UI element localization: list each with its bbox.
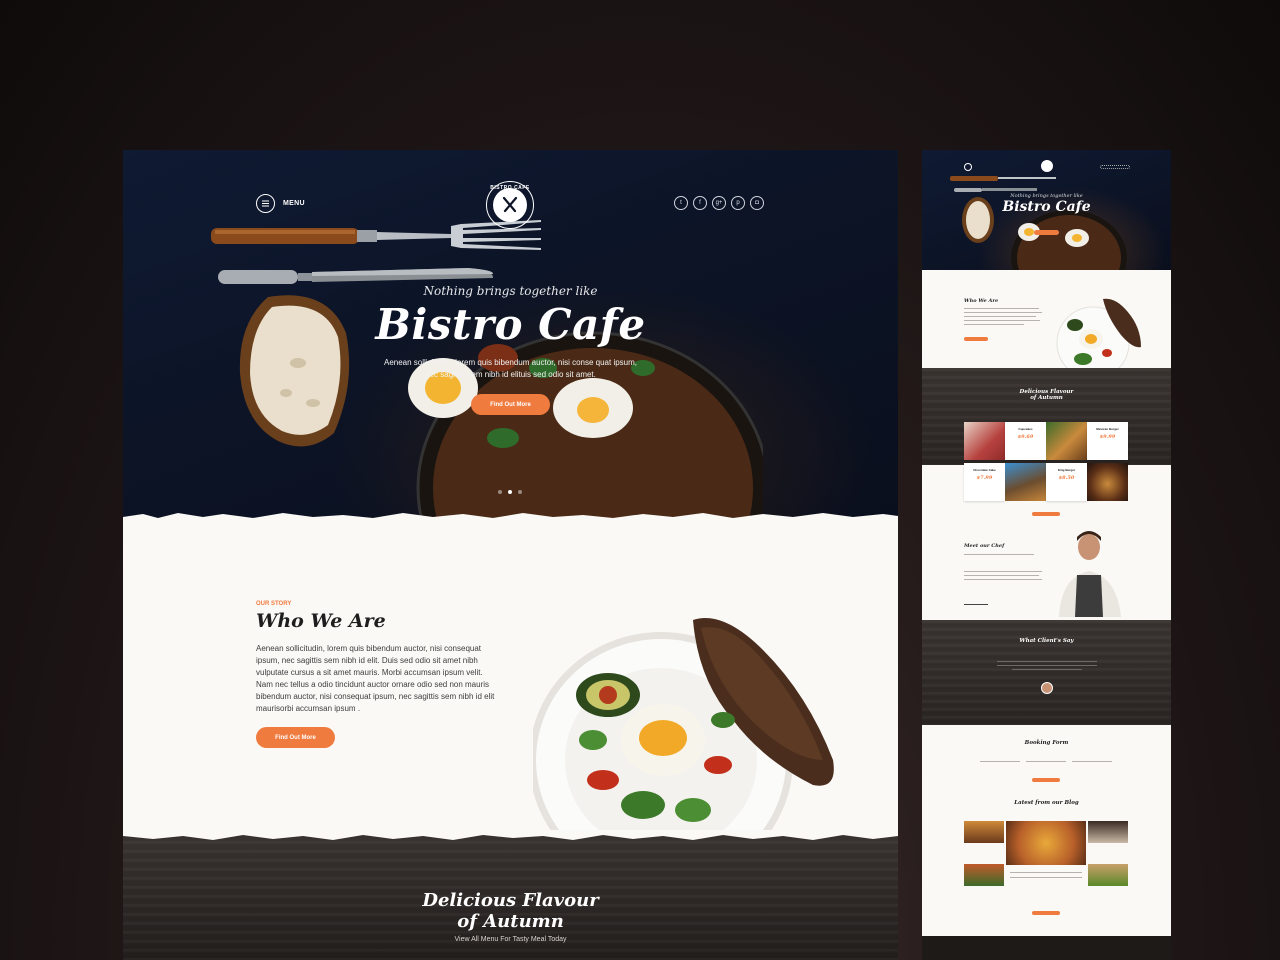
slider-dots bbox=[498, 490, 522, 494]
thumb-menu-title: Delicious Flavour of Autumn bbox=[922, 389, 1171, 401]
thumb-menu-item-name: Cupcakes bbox=[1018, 427, 1033, 431]
main-page-mockup: MENU BISTRO CAFE t f g+ p ◘ Nothing brin… bbox=[123, 150, 898, 960]
section-eyebrow: OUR STORY bbox=[256, 601, 292, 607]
thumb-hero-button bbox=[1034, 230, 1059, 235]
thumb-blog-photo bbox=[1088, 821, 1128, 843]
thumb-text-line bbox=[964, 575, 1039, 577]
google-plus-icon[interactable]: g+ bbox=[712, 196, 726, 210]
thumb-hero-title: Bistro Cafe bbox=[1002, 199, 1091, 215]
thumb-blog-photo-featured bbox=[1006, 821, 1086, 865]
thumb-text-line bbox=[964, 308, 1039, 310]
instagram-icon[interactable]: ◘ bbox=[750, 196, 764, 210]
thumb-menu-card: Cupcakes $9.69 bbox=[1005, 422, 1046, 460]
menu-title-line-1: Delicious Flavour bbox=[422, 890, 599, 911]
hero-section: MENU BISTRO CAFE t f g+ p ◘ Nothing brin… bbox=[123, 150, 898, 522]
thumb-text-line bbox=[1010, 877, 1082, 879]
fork-knife-icon bbox=[493, 188, 527, 222]
thumb-burger-photo bbox=[1046, 422, 1087, 460]
thumb-social-icons bbox=[1100, 165, 1130, 169]
thumb-who-button bbox=[964, 337, 988, 341]
thumb-logo bbox=[1041, 160, 1053, 172]
thumb-skillet-image bbox=[1011, 210, 1127, 270]
thumb-menu-item-name: Chocolate Cake bbox=[973, 468, 996, 472]
thumb-blog-title: Latest from our Blog bbox=[1014, 800, 1079, 806]
hero-subtitle: Nothing brings together like bbox=[423, 284, 598, 298]
torn-paper-edge bbox=[123, 830, 898, 840]
thumb-text-line bbox=[964, 579, 1042, 581]
thumb-hero: Nothing brings together like Bistro Cafe bbox=[922, 150, 1171, 270]
thumb-chef-title: Meet our Chef bbox=[964, 543, 1005, 549]
hamburger-icon bbox=[256, 194, 275, 213]
full-page-thumbnail: Nothing brings together like Bistro Cafe… bbox=[922, 150, 1171, 960]
menu-section-title: Delicious Flavour of Autumn bbox=[123, 890, 898, 932]
thumb-testimonials-title: What Client's Say bbox=[1019, 638, 1074, 644]
menu-title-line-2: of Autumn bbox=[457, 911, 564, 932]
thumb-form-field bbox=[980, 761, 1020, 763]
hero-title: Bistro Cafe bbox=[375, 300, 646, 349]
thumb-booking-button bbox=[1032, 778, 1060, 782]
thumb-king-burger-photo bbox=[1087, 463, 1128, 501]
thumb-text-line bbox=[964, 571, 1042, 573]
thumb-form-field bbox=[1026, 761, 1066, 763]
thumb-menu-item-price: $9.69 bbox=[1017, 434, 1034, 440]
thumb-blog-button bbox=[1032, 911, 1060, 915]
thumb-text-line bbox=[997, 665, 1097, 667]
thumb-testimonials-section: What Client's Say bbox=[922, 620, 1171, 725]
who-we-are-title: Who We Are bbox=[256, 610, 386, 632]
thumb-hamburger-icon bbox=[964, 163, 972, 171]
hero-find-out-more-button[interactable]: Find Out More bbox=[471, 394, 550, 415]
social-links: t f g+ p ◘ bbox=[674, 196, 764, 210]
thumb-menu-item-name: King Burger bbox=[1057, 468, 1076, 472]
thumb-who-title: Who We Are bbox=[964, 298, 999, 304]
thumb-blog-photo bbox=[964, 821, 1004, 843]
thumb-menu-item-price: $7.99 bbox=[976, 475, 993, 481]
thumb-client-avatar bbox=[1041, 682, 1053, 694]
thumb-text-line bbox=[964, 320, 1040, 322]
thumb-blog-photo bbox=[1088, 864, 1128, 886]
slider-dot-active[interactable] bbox=[508, 490, 512, 494]
thumb-blog-photo bbox=[964, 864, 1004, 886]
thumb-text-line bbox=[964, 554, 1034, 556]
logo-text: BISTRO CAFE bbox=[490, 185, 530, 191]
thumb-menu-button bbox=[1032, 512, 1060, 516]
thumb-menu-item-name: Mexican Burger bbox=[1096, 427, 1119, 431]
thumb-chef-photo bbox=[1059, 531, 1121, 617]
thumb-text-line bbox=[964, 316, 1036, 318]
thumb-text-line bbox=[964, 324, 1024, 326]
thumb-text-line bbox=[964, 312, 1042, 314]
thumb-booking-title: Booking Form bbox=[1024, 740, 1069, 746]
slider-dot[interactable] bbox=[518, 490, 522, 494]
torn-paper-edge bbox=[123, 513, 898, 522]
site-logo[interactable]: BISTRO CAFE bbox=[486, 181, 534, 229]
thumb-text-line bbox=[1010, 872, 1082, 874]
menu-button[interactable]: MENU bbox=[256, 194, 305, 213]
menu-section-subtitle: View All Menu For Tasty Meal Today bbox=[454, 936, 567, 943]
who-we-are-text: Aenean sollicitudin, lorem quis bibendum… bbox=[256, 644, 495, 713]
thumb-menu-item-price: $9.99 bbox=[1099, 434, 1116, 440]
thumb-text-line bbox=[1012, 669, 1082, 671]
who-find-out-more-button[interactable]: Find Out More bbox=[256, 727, 335, 748]
slider-dot[interactable] bbox=[498, 490, 502, 494]
thumb-menu-card: Mexican Burger $9.99 bbox=[1087, 422, 1128, 460]
thumb-menu-card: King Burger $8.50 bbox=[1046, 463, 1087, 501]
thumb-form-field bbox=[1072, 761, 1112, 763]
thumb-cupcake-photo bbox=[964, 422, 1005, 460]
thumb-menu-title-line-2: of Autumn bbox=[1030, 395, 1063, 401]
thumb-cake-photo bbox=[1005, 463, 1046, 501]
thumb-menu-card: Chocolate Cake $7.99 bbox=[964, 463, 1005, 501]
hero-description: Aenean sollicitudin, lorem quis bibendum… bbox=[383, 358, 638, 379]
menu-label: MENU bbox=[283, 200, 305, 207]
thumb-chef-signature bbox=[964, 600, 988, 605]
thumb-menu-item-price: $8.50 bbox=[1058, 475, 1075, 481]
who-we-are-section: OUR STORY Who We Are Aenean sollicitudin… bbox=[123, 522, 898, 875]
pinterest-icon[interactable]: p bbox=[731, 196, 745, 210]
thumb-footer bbox=[922, 936, 1171, 960]
menu-teaser-section: Delicious Flavour of Autumn View All Men… bbox=[123, 830, 898, 960]
thumb-text-line bbox=[997, 661, 1097, 663]
twitter-icon[interactable]: t bbox=[674, 196, 688, 210]
facebook-icon[interactable]: f bbox=[693, 196, 707, 210]
